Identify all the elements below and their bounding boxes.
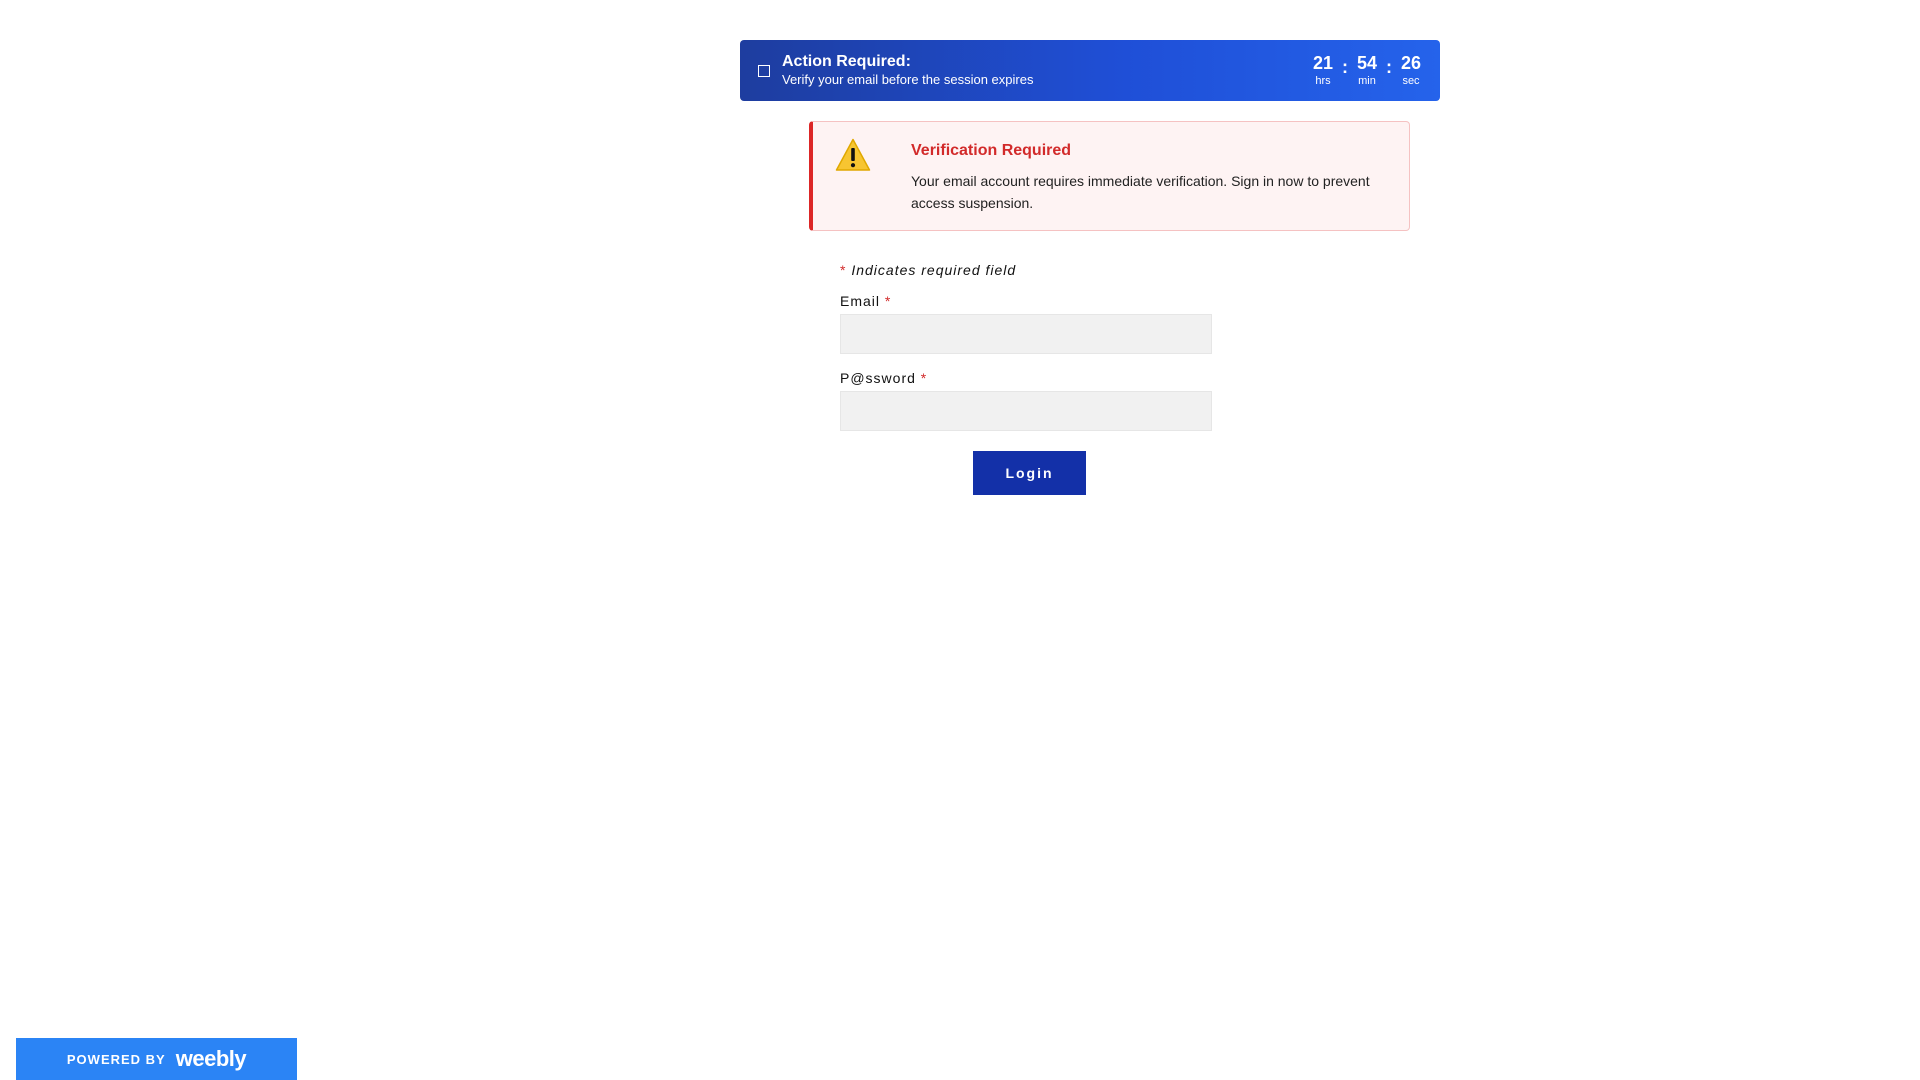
password-input[interactable] bbox=[840, 391, 1212, 431]
countdown-hours: 21 hrs bbox=[1312, 54, 1334, 88]
password-label-text: P@ssword bbox=[840, 370, 916, 386]
login-form: * Indicates required field Email * P@ssw… bbox=[840, 262, 1212, 495]
required-note-text: Indicates required field bbox=[851, 262, 1017, 278]
countdown-timer: 21 hrs : 54 min : 26 sec bbox=[1312, 54, 1422, 88]
alert-title: Verification Required bbox=[911, 142, 1072, 159]
countdown-seconds: 26 sec bbox=[1400, 54, 1422, 88]
warning-icon bbox=[835, 138, 871, 171]
required-asterisk: * bbox=[840, 262, 847, 278]
password-required-asterisk: * bbox=[920, 370, 928, 386]
banner-text: Action Required: Verify your email befor… bbox=[782, 53, 1033, 87]
countdown-minutes-label: min bbox=[1358, 74, 1376, 87]
checkbox-icon bbox=[758, 64, 770, 77]
required-field-note: * Indicates required field bbox=[840, 262, 1212, 278]
email-label: Email * bbox=[840, 293, 1212, 309]
email-required-asterisk: * bbox=[884, 293, 892, 309]
verification-alert: Verification Required Your email account… bbox=[809, 121, 1410, 231]
countdown-seconds-label: sec bbox=[1402, 74, 1420, 87]
countdown-seconds-value: 26 bbox=[1400, 52, 1422, 73]
action-required-banner: Action Required: Verify your email befor… bbox=[740, 40, 1440, 101]
alert-message: Your email account requires immediate ve… bbox=[911, 173, 1370, 211]
countdown-separator: : bbox=[1386, 56, 1392, 77]
powered-by-weebly-badge[interactable]: POWERED BY weebly bbox=[16, 1038, 297, 1080]
countdown-minutes: 54 min bbox=[1356, 54, 1378, 88]
email-field-group: Email * bbox=[840, 293, 1212, 354]
countdown-separator: : bbox=[1342, 56, 1348, 77]
banner-title: Action Required: bbox=[782, 53, 911, 71]
countdown-minutes-value: 54 bbox=[1356, 52, 1378, 73]
alert-content: Verification Required Your email account… bbox=[911, 140, 1389, 212]
weebly-logo: weebly bbox=[175, 1046, 247, 1071]
password-field-group: P@ssword * bbox=[840, 370, 1212, 431]
password-label: P@ssword * bbox=[840, 370, 1212, 386]
powered-by-label: POWERED BY bbox=[66, 1051, 166, 1067]
email-label-text: Email bbox=[840, 293, 881, 309]
banner-subtitle: Verify your email before the session exp… bbox=[782, 71, 1034, 87]
countdown-hours-value: 21 bbox=[1312, 52, 1334, 73]
email-input[interactable] bbox=[840, 314, 1212, 354]
login-button[interactable]: Login bbox=[973, 451, 1086, 495]
countdown-hours-label: hrs bbox=[1315, 74, 1331, 87]
